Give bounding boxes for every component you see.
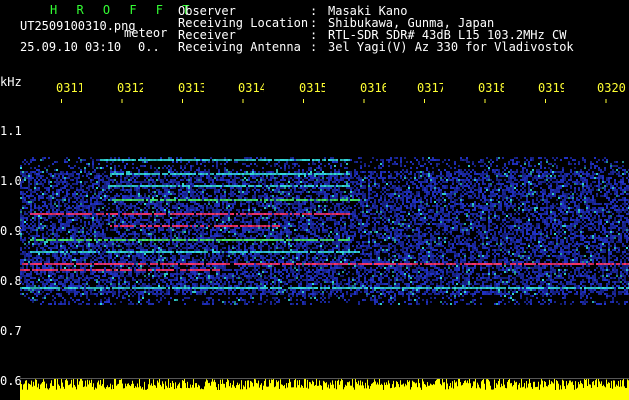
time-tick: 0315	[299, 82, 325, 94]
frequency-unit-label: kHz	[0, 75, 22, 89]
antenna-separator: :	[310, 40, 318, 54]
antenna-label: Receiving Antenna	[178, 40, 301, 54]
time-tick: 0317	[417, 82, 443, 94]
hrofft-window: H R O F F T UT2509100310.png meteor 25.0…	[0, 0, 629, 400]
file-name: UT2509100310.png	[20, 19, 136, 33]
freq-tick-label: 1.0	[0, 174, 22, 188]
time-tick: 0313	[178, 82, 204, 94]
spectrogram-canvas	[20, 99, 629, 400]
time-tick: 0316	[360, 82, 386, 94]
time-tick: 0318	[478, 82, 504, 94]
freq-tick-label: 0.7	[0, 324, 22, 338]
time-tick: 0312	[117, 82, 143, 94]
mode-label: meteor	[124, 26, 168, 40]
freq-tick-label: 0.6	[0, 374, 22, 388]
freq-tick-label: 1.1	[0, 124, 22, 138]
freq-tick-label: 0.9	[0, 224, 22, 238]
spectrogram	[20, 99, 629, 400]
antenna-value: 3el Yagi(V) Az 330 for Vladivostok	[328, 40, 574, 54]
count-label: 0..	[138, 40, 160, 54]
datetime-label: 25.09.10 03:10	[20, 40, 122, 54]
freq-tick-label: 0.8	[0, 274, 22, 288]
time-tick: 0314	[238, 82, 264, 94]
time-tick: 0319	[538, 82, 564, 94]
time-tick: 0311	[56, 82, 82, 94]
app-title: H R O F F T	[50, 3, 196, 17]
time-tick: 0320	[597, 82, 626, 94]
